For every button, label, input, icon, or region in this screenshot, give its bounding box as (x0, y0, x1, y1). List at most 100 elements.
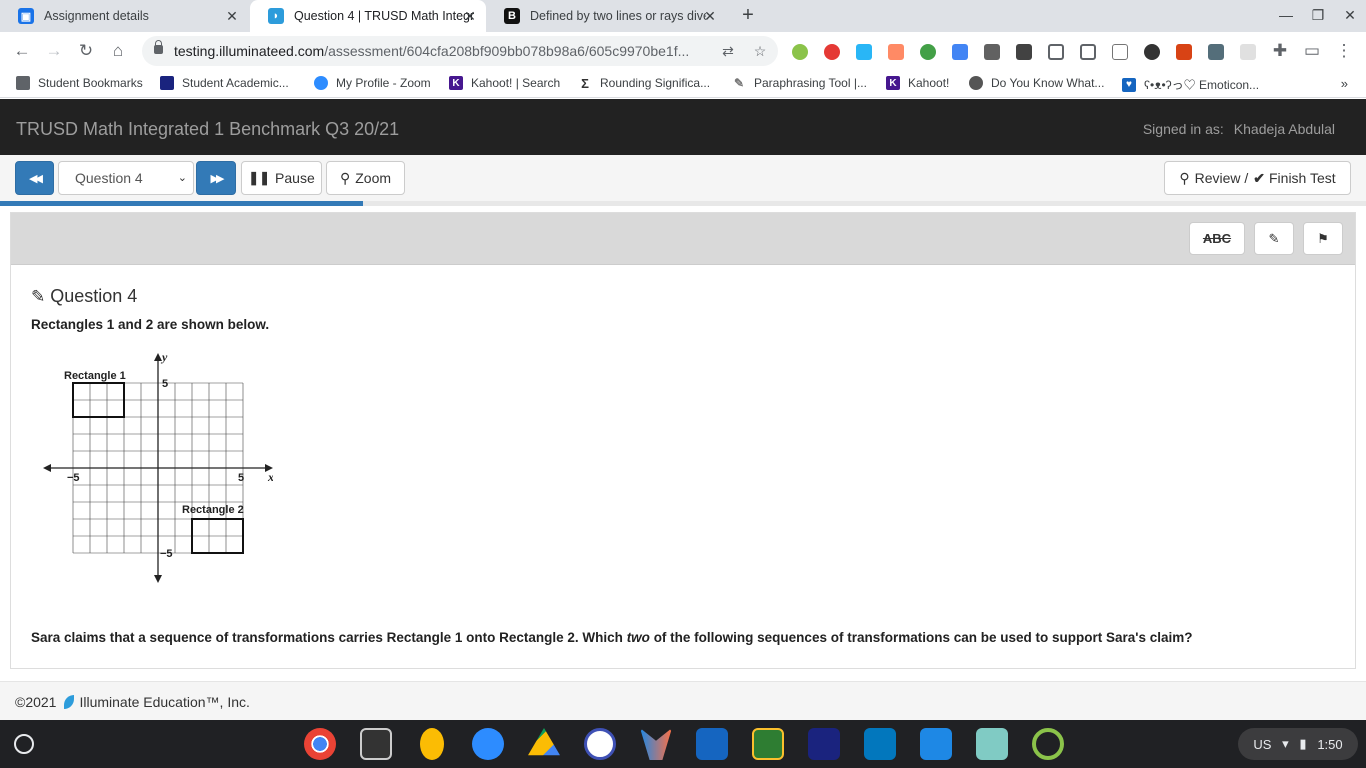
bookmark-student-bookmarks[interactable]: Student Bookmarks (16, 76, 143, 90)
url-text: testing.illuminateed.com/assessment/604c… (174, 43, 690, 59)
restore-icon[interactable]: ❐ (1308, 7, 1328, 24)
pause-label: Pause (275, 170, 315, 186)
close-icon[interactable]: ✕ (462, 8, 478, 24)
launcher-icon[interactable] (14, 734, 34, 754)
os-taskbar: US ▾ ▮ 1:50 (0, 720, 1366, 768)
tab-title: Assignment details (44, 9, 149, 23)
copyright-year: ©2021 (15, 694, 57, 710)
zoom-button[interactable]: ⚲ Zoom (326, 161, 405, 195)
pause-button[interactable]: ❚❚ Pause (241, 161, 322, 195)
new-tab-plus-icon[interactable]: + (737, 5, 759, 27)
extension-icon[interactable] (1176, 44, 1192, 60)
user-name: Khadeja Abdulal (1233, 121, 1335, 137)
geogebra-icon[interactable] (584, 728, 616, 760)
x-axis-label: x (267, 470, 273, 484)
previous-question-button[interactable]: ◀◀ (15, 161, 54, 195)
app-icon[interactable] (1032, 728, 1064, 760)
bookmark-label: Student Bookmarks (38, 76, 143, 90)
question-prompt: Rectangles 1 and 2 are shown below. (31, 317, 270, 332)
signed-in-info: Signed in as: Khadeja Abdulal (1143, 121, 1335, 137)
butterfly-icon[interactable] (640, 728, 672, 760)
review-finish-test-button[interactable]: ⚲ Review / ✔ Finish Test (1164, 161, 1351, 195)
extension-icon[interactable] (952, 44, 968, 60)
system-tray[interactable]: US ▾ ▮ 1:50 (1238, 728, 1358, 760)
illuminate-icon: ◗ (268, 8, 284, 24)
extension-icon[interactable] (920, 44, 936, 60)
home-icon[interactable]: ⌂ (107, 40, 129, 62)
more-menu-icon[interactable]: ⋮ (1333, 40, 1355, 62)
address-bar[interactable]: testing.illuminateed.com/assessment/604c… (142, 36, 778, 66)
signed-in-label: Signed in as: (1142, 121, 1224, 137)
app-icon[interactable] (976, 728, 1008, 760)
bookmark-emoticon[interactable]: ♥ ʕ•ᴥ•ʔっ♡ Emoticon... (1122, 76, 1259, 93)
reload-icon[interactable]: ↻ (75, 40, 97, 62)
typing-club-icon[interactable] (864, 728, 896, 760)
fast-forward-icon: ▶▶ (210, 172, 225, 185)
answer-eliminator-button[interactable]: ABC (1189, 222, 1245, 255)
feather-icon: ✎ (732, 76, 746, 90)
bookmark-label: Rounding Significa... (600, 76, 711, 90)
tab-defined-by-two-lines[interactable]: B Defined by two lines or rays dive ✕ (486, 0, 726, 32)
pencil-icon: ✎ (31, 286, 46, 306)
extension-icon[interactable] (1144, 44, 1160, 60)
calculator-icon[interactable] (360, 728, 392, 760)
check-icon: ✔ (1253, 169, 1265, 186)
chevron-right-double-icon[interactable]: » (1341, 76, 1348, 91)
tab-assignment-details[interactable]: ▣ Assignment details ✕ (0, 0, 248, 32)
extension-icon[interactable] (792, 44, 808, 60)
bookmark-zoom[interactable]: My Profile - Zoom (314, 76, 431, 90)
shield-icon[interactable] (1080, 44, 1096, 60)
app-header: TRUSD Math Integrated 1 Benchmark Q3 20/… (0, 99, 1366, 155)
extension-icon[interactable] (856, 44, 872, 60)
notepad-button[interactable]: ✎ (1254, 222, 1294, 255)
chrome-icon[interactable] (304, 728, 336, 760)
bookmark-label: ʕ•ᴥ•ʔっ♡ Emoticon... (1144, 78, 1260, 92)
extension-icon[interactable] (984, 44, 1000, 60)
bookmark-kahoot[interactable]: K Kahoot! (886, 76, 949, 90)
back-arrow-icon[interactable]: ← (11, 40, 33, 62)
puzzle-icon[interactable]: ✚ (1269, 40, 1291, 62)
bookmark-star-icon[interactable]: ☆ (752, 43, 768, 59)
tab-question-4[interactable]: ◗ Question 4 | TRUSD Math Integra ✕ (250, 0, 486, 32)
brainly-icon: B (504, 8, 520, 24)
forward-arrow-icon[interactable]: → (43, 40, 65, 62)
next-question-button[interactable]: ▶▶ (196, 161, 236, 195)
extension-icon[interactable] (1016, 44, 1032, 60)
app-icon[interactable] (920, 728, 952, 760)
shield-icon[interactable] (1048, 44, 1064, 60)
test-title: TRUSD Math Integrated 1 Benchmark Q3 20/… (16, 119, 400, 139)
question-select-value: Question 4 (75, 170, 143, 186)
flag-button[interactable]: ⚑ (1303, 222, 1343, 255)
tab-title: Defined by two lines or rays dive (530, 9, 706, 23)
close-icon[interactable]: ✕ (702, 8, 718, 24)
cast-icon[interactable]: ▭ (1301, 40, 1323, 62)
tab-title: Question 4 | TRUSD Math Integra (294, 9, 474, 23)
minimize-icon[interactable]: — (1276, 7, 1296, 23)
extension-icon[interactable] (888, 44, 904, 60)
close-window-icon[interactable]: ✕ (1340, 7, 1360, 24)
trusd-apps-icon[interactable] (808, 728, 840, 760)
bookmark-kahoot-search[interactable]: K Kahoot! | Search (449, 76, 560, 90)
extension-icon[interactable] (1208, 44, 1224, 60)
extension-icon[interactable] (1240, 44, 1256, 60)
question-nav-bar: ◀◀ Question 4 ⌄ ▶▶ ❚❚ Pause ⚲ Zoom ⚲ Review… (0, 155, 1366, 201)
bookmark-do-you-know[interactable]: Do You Know What... (969, 76, 1104, 90)
kahoot-icon: K (886, 76, 900, 90)
extension-icon[interactable] (824, 44, 840, 60)
close-icon[interactable]: ✕ (224, 8, 240, 24)
bookmark-paraphrasing[interactable]: ✎ Paraphrasing Tool |... (732, 76, 867, 90)
classroom-app-icon[interactable] (752, 728, 784, 760)
rewind-icon: ◀◀ (29, 172, 43, 185)
drive-icon[interactable] (528, 728, 560, 756)
y-axis-arrow-bottom (154, 575, 162, 583)
translate-icon[interactable]: ⇄ (720, 43, 736, 59)
bookmark-rounding[interactable]: Σ Rounding Significa... (578, 76, 711, 91)
keep-icon[interactable] (420, 728, 444, 760)
question-title-text: Question 4 (50, 286, 138, 306)
app-icon[interactable] (696, 728, 728, 760)
claim-text-after: of the following sequences of transforma… (649, 630, 1193, 645)
zoom-app-icon[interactable] (472, 728, 504, 760)
extension-icon[interactable] (1112, 44, 1128, 60)
bookmark-student-academic[interactable]: Student Academic... (160, 76, 289, 90)
question-select[interactable]: Question 4 ⌄ (58, 161, 194, 195)
